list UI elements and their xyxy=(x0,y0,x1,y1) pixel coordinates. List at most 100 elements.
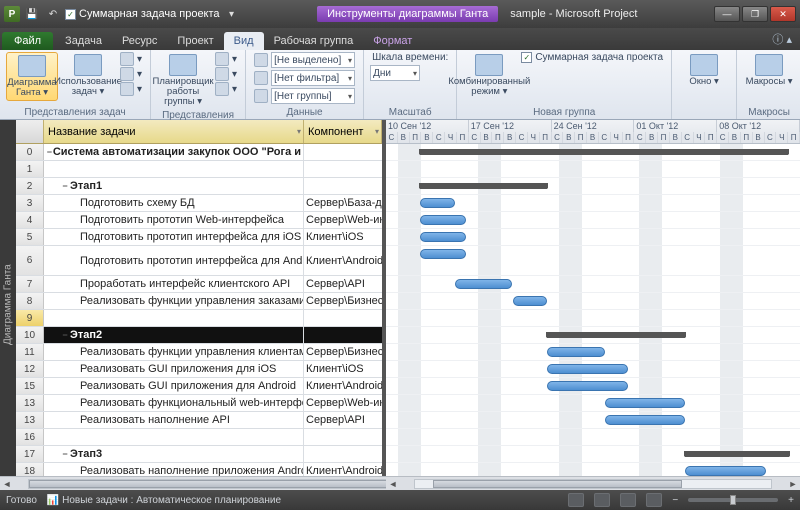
summary-bar[interactable] xyxy=(420,183,547,189)
task-bar[interactable] xyxy=(685,466,766,476)
component-cell[interactable] xyxy=(304,310,382,326)
row-number[interactable]: 5 xyxy=(16,229,44,245)
summary-bar[interactable] xyxy=(547,332,685,338)
task-name-cell[interactable]: Проработать интерфейс клиентского API xyxy=(44,276,304,292)
task-bar[interactable] xyxy=(513,296,547,306)
row-number[interactable]: 16 xyxy=(16,429,44,445)
outline-toggle-icon[interactable]: − xyxy=(60,181,70,191)
task-name-cell[interactable]: Подготовить прототип Web-интерфейса xyxy=(44,212,304,228)
outline-toggle-icon[interactable]: − xyxy=(60,449,70,459)
task-name-cell[interactable]: Реализовать наполнение API xyxy=(44,412,304,428)
component-cell[interactable]: Клиент\iOS xyxy=(304,361,382,377)
component-cell[interactable]: Клиент\Android xyxy=(304,246,382,275)
row-number[interactable]: 12 xyxy=(16,361,44,377)
task-name-cell[interactable]: Реализовать функциональный web-интерфейс xyxy=(44,395,304,411)
task-name-cell[interactable] xyxy=(44,310,304,326)
component-cell[interactable] xyxy=(304,327,382,343)
task-bar[interactable] xyxy=(420,249,466,259)
component-cell[interactable] xyxy=(304,429,382,445)
zoom-in-icon[interactable]: + xyxy=(788,495,794,506)
summary-bar[interactable] xyxy=(420,149,788,155)
resource-usage-button[interactable]: ▾ xyxy=(213,52,239,66)
component-cell[interactable]: Сервер\Web-ин xyxy=(304,212,382,228)
window-button[interactable]: Окно ▾ xyxy=(678,52,730,89)
component-cell[interactable]: Сервер\База-да xyxy=(304,195,382,211)
task-name-cell[interactable]: − Система автоматизации закупок ООО "Рог… xyxy=(44,144,304,160)
tab-project[interactable]: Проект xyxy=(167,32,223,50)
close-button[interactable]: ✕ xyxy=(770,6,796,22)
task-bar[interactable] xyxy=(420,198,454,208)
task-name-cell[interactable]: Подготовить прототип интерфейса для iOS xyxy=(44,229,304,245)
tab-team[interactable]: Рабочая группа xyxy=(264,32,364,50)
task-usage-button[interactable]: Использование задач ▾ xyxy=(62,52,114,99)
component-cell[interactable] xyxy=(304,178,382,194)
view-tab-gantt[interactable]: Диаграмма Ганта xyxy=(0,120,16,490)
row-number[interactable]: 1 xyxy=(16,161,44,177)
ribbon-help-icon[interactable]: ⓘ ▴ xyxy=(764,28,800,50)
gantt-scroll[interactable]: ◄► xyxy=(386,476,800,490)
task-name-cell[interactable]: Реализовать GUI приложения для iOS xyxy=(44,361,304,377)
task-name-cell[interactable]: Реализовать функции управления заказами xyxy=(44,293,304,309)
tab-view[interactable]: Вид xyxy=(224,32,264,50)
row-number[interactable]: 4 xyxy=(16,212,44,228)
task-name-cell[interactable]: − Этап2 xyxy=(44,327,304,343)
task-name-cell[interactable] xyxy=(44,161,304,177)
tab-resource[interactable]: Ресурс xyxy=(112,32,167,50)
resource-other-button[interactable]: ▾ xyxy=(213,82,239,96)
zoom-out-icon[interactable]: − xyxy=(672,495,678,506)
component-cell[interactable] xyxy=(304,446,382,462)
view-button-2[interactable] xyxy=(594,493,610,507)
calendar-button[interactable]: ▾ xyxy=(118,67,144,81)
task-name-cell[interactable]: Подготовить прототип интерфейса для Andr… xyxy=(44,246,304,275)
minimize-button[interactable]: — xyxy=(714,6,740,22)
timescale-combo[interactable]: Дни▾ xyxy=(370,65,420,81)
component-cell[interactable]: Клиент\Android xyxy=(304,378,382,394)
task-bar[interactable] xyxy=(420,215,466,225)
network-diagram-button[interactable]: ▾ xyxy=(118,52,144,66)
grid-scroll[interactable]: ◄► xyxy=(16,476,386,490)
tab-task[interactable]: Задача xyxy=(55,32,112,50)
task-name-cell[interactable]: Подготовить схему БД xyxy=(44,195,304,211)
file-tab[interactable]: Файл xyxy=(2,32,53,50)
view-button-3[interactable] xyxy=(620,493,636,507)
split-view-button[interactable]: Комбинированный режим ▾ xyxy=(463,52,515,99)
task-name-cell[interactable]: Реализовать функции управления клиентами xyxy=(44,344,304,360)
resource-sheet-button[interactable]: ▾ xyxy=(213,67,239,81)
column-name[interactable]: Название задачи▾ xyxy=(44,120,304,143)
filter-combo[interactable]: [Нет фильтра]▾ xyxy=(271,70,355,86)
task-name-cell[interactable]: − Этап3 xyxy=(44,446,304,462)
summary-bar[interactable] xyxy=(685,451,789,457)
outline-toggle-icon[interactable]: − xyxy=(60,330,70,340)
task-bar[interactable] xyxy=(605,415,686,425)
column-component[interactable]: Компонент▾ xyxy=(304,120,382,143)
other-views-button[interactable]: ▾ xyxy=(118,82,144,96)
row-number[interactable]: 15 xyxy=(16,378,44,394)
row-number[interactable]: 7 xyxy=(16,276,44,292)
task-name-cell[interactable]: Реализовать GUI приложения для Android xyxy=(44,378,304,394)
task-name-cell[interactable] xyxy=(44,429,304,445)
row-number[interactable]: 13 xyxy=(16,395,44,411)
task-bar[interactable] xyxy=(605,398,686,408)
row-number[interactable]: 10 xyxy=(16,327,44,343)
save-icon[interactable]: 💾 xyxy=(23,5,41,23)
task-name-cell[interactable]: − Этап1 xyxy=(44,178,304,194)
row-number[interactable]: 2 xyxy=(16,178,44,194)
component-cell[interactable]: Сервер\API xyxy=(304,412,382,428)
task-bar[interactable] xyxy=(547,381,628,391)
timescale[interactable]: 10 Сен '1217 Сен '1224 Сен '1201 Окт '12… xyxy=(386,120,800,144)
component-cell[interactable]: Клиент\iOS xyxy=(304,229,382,245)
row-number[interactable]: 0 xyxy=(16,144,44,160)
undo-icon[interactable]: ↶ xyxy=(44,5,62,23)
task-bar[interactable] xyxy=(420,232,466,242)
component-cell[interactable] xyxy=(304,161,382,177)
task-bar[interactable] xyxy=(547,364,628,374)
task-bar[interactable] xyxy=(547,347,605,357)
summary-task-checkbox[interactable]: ✓ xyxy=(521,52,532,63)
group-combo[interactable]: [Нет группы]▾ xyxy=(271,88,355,104)
row-number[interactable]: 17 xyxy=(16,446,44,462)
view-button-4[interactable] xyxy=(646,493,662,507)
tab-format[interactable]: Формат xyxy=(363,32,422,50)
row-number[interactable]: 13 xyxy=(16,412,44,428)
maximize-button[interactable]: ❐ xyxy=(742,6,768,22)
row-number[interactable]: 3 xyxy=(16,195,44,211)
